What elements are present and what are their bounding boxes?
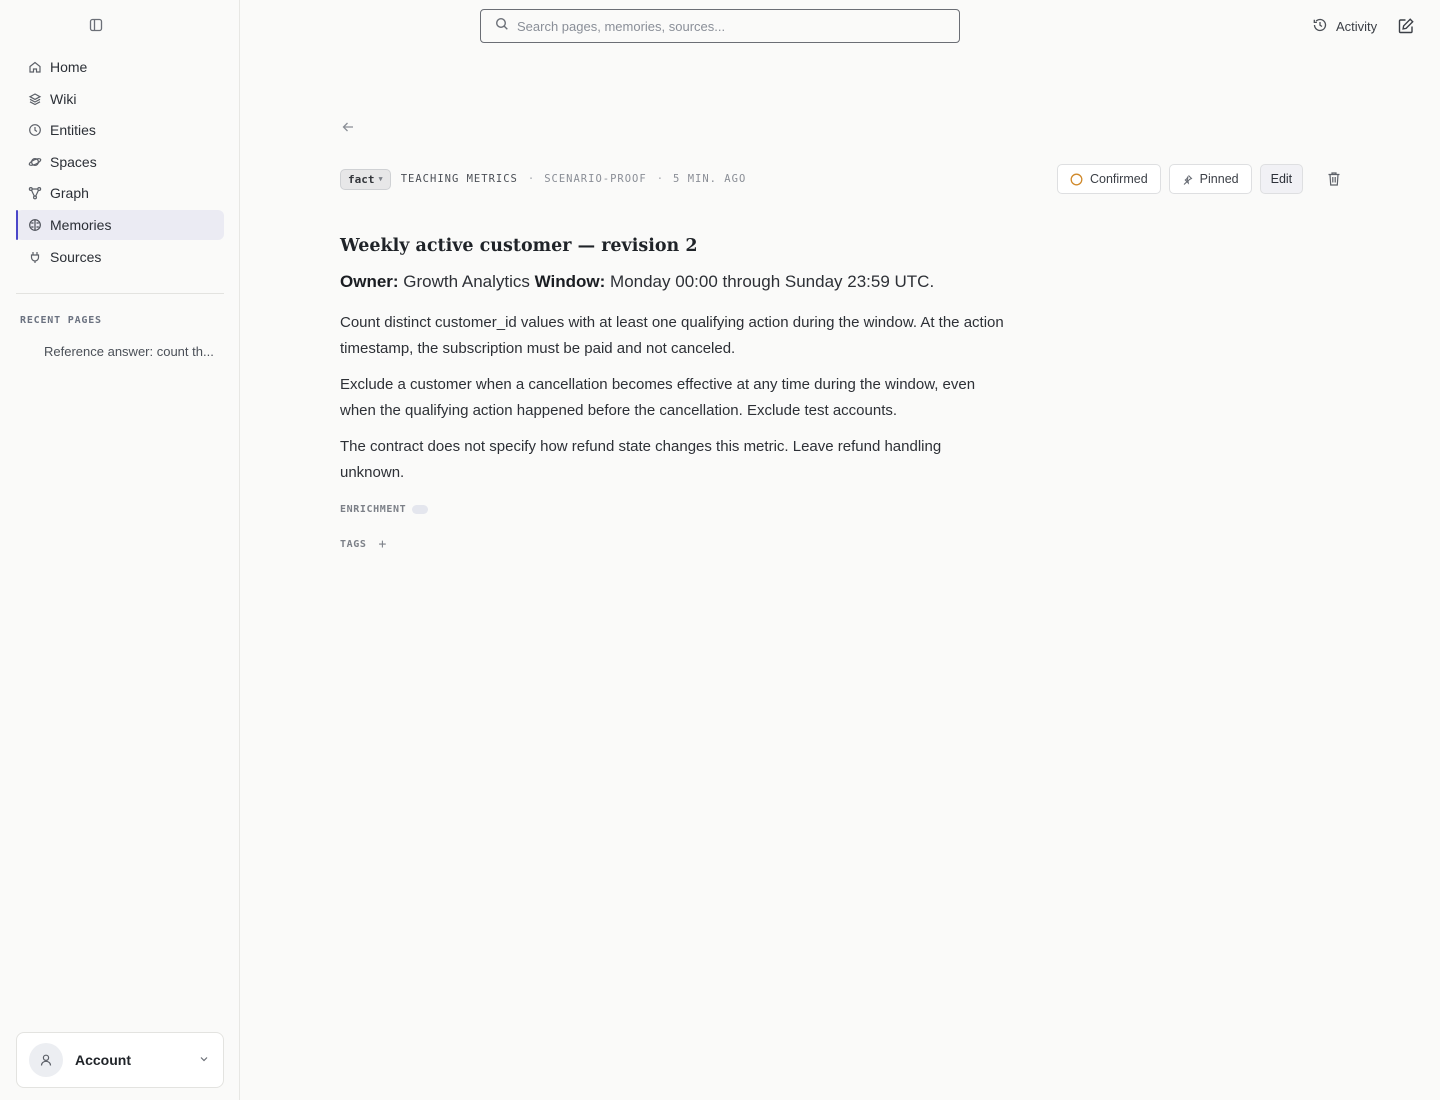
brain-icon: [28, 218, 42, 232]
sidebar-item-sources[interactable]: Sources: [16, 242, 224, 272]
search-input[interactable]: [517, 18, 937, 34]
app-root: Home Wiki Entities Spaces Graph Memories…: [0, 0, 1440, 1100]
caret-down-icon: ▼: [378, 175, 383, 183]
sidebar-divider: [16, 293, 224, 294]
user-icon: [40, 1054, 52, 1066]
pin-icon: [1182, 174, 1193, 185]
pinned-label: Pinned: [1199, 172, 1239, 186]
activity-button[interactable]: Activity: [1312, 17, 1377, 35]
window-label: Window:: [534, 272, 606, 291]
sidebar: Home Wiki Entities Spaces Graph Memories…: [0, 0, 240, 1100]
sidebar-nav: Home Wiki Entities Spaces Graph Memories…: [16, 52, 224, 273]
window-value: Monday 00:00 through Sunday 23:59 UTC.: [610, 272, 935, 291]
owner-window-line: Owner: Growth Analytics Window: Monday 0…: [340, 272, 934, 292]
memory-scenario: SCENARIO-PROOF: [544, 173, 647, 185]
sidebar-item-label: Sources: [50, 248, 102, 265]
sidebar-item-spaces[interactable]: Spaces: [16, 147, 224, 177]
search-icon: [495, 17, 509, 36]
tags-row: TAGS +: [340, 537, 387, 552]
home-icon: [28, 60, 42, 74]
sidebar-item-label: Home: [50, 59, 88, 75]
sidebar-item-memories[interactable]: Memories: [16, 209, 224, 240]
memory-timestamp: 5 MIN. AGO: [673, 173, 747, 185]
plug-icon: [28, 250, 42, 264]
memory-type-label: fact: [348, 172, 375, 186]
sidebar-item-home[interactable]: Home: [16, 52, 224, 82]
sidebar-item-label: Memories: [50, 216, 112, 233]
sidebar-item-label: Graph: [50, 185, 89, 202]
owner-value: Growth Analytics: [403, 272, 530, 291]
recent-pages-heading: RECENT PAGES: [20, 315, 102, 326]
edit-button[interactable]: Edit: [1259, 164, 1304, 194]
account-menu[interactable]: Account: [16, 1032, 224, 1088]
memory-actions: Confirmed Pinned Edit: [1057, 164, 1341, 194]
trash-icon[interactable]: [1327, 171, 1341, 187]
memory-space[interactable]: TEACHING METRICS: [401, 173, 518, 185]
memory-meta-row: fact ▼ TEACHING METRICS · SCENARIO-PROOF…: [340, 168, 746, 190]
memory-paragraph: The contract does not specify how refund…: [340, 438, 942, 481]
sidebar-item-label: Spaces: [50, 153, 97, 170]
memory-paragraph: Exclude a customer when a cancellation b…: [340, 376, 976, 419]
sidebar-item-graph[interactable]: Graph: [16, 178, 224, 208]
confirmed-status-button[interactable]: Confirmed: [1057, 164, 1161, 194]
account-label: Account: [75, 1052, 131, 1068]
graph-icon: [28, 186, 42, 200]
sidebar-toggle-icon[interactable]: [88, 17, 104, 33]
tags-label: TAGS: [340, 539, 367, 550]
back-arrow-icon[interactable]: [341, 120, 355, 134]
history-icon: [1312, 17, 1328, 36]
search-bar[interactable]: [480, 9, 960, 43]
owner-label: Owner:: [340, 272, 399, 291]
enrichment-label: ENRICHMENT: [340, 504, 407, 515]
meta-separator: ·: [527, 173, 535, 185]
status-circle-icon: [1070, 173, 1083, 186]
chevron-down-icon: [199, 1051, 209, 1069]
sidebar-item-label: Wiki: [50, 90, 77, 107]
sidebar-item-wiki[interactable]: Wiki: [16, 84, 224, 114]
memory-title: Weekly active customer — revision 2: [340, 236, 698, 256]
memory-paragraph: Count distinct customer_id values with a…: [340, 314, 1004, 357]
enrichment-row: ENRICHMENT: [340, 504, 429, 515]
clock-icon: [28, 123, 42, 137]
add-tag-button[interactable]: +: [378, 537, 386, 552]
meta-separator: ·: [656, 173, 664, 185]
sidebar-item-entities[interactable]: Entities: [16, 115, 224, 145]
new-page-icon[interactable]: [1397, 17, 1415, 35]
avatar: [29, 1043, 63, 1077]
pin-button[interactable]: Pinned: [1168, 164, 1252, 194]
activity-label: Activity: [1336, 18, 1378, 34]
sidebar-item-label: Entities: [50, 122, 96, 139]
memory-type-select[interactable]: fact ▼: [340, 168, 391, 190]
layers-icon: [28, 92, 42, 106]
confirmed-label: Confirmed: [1090, 172, 1148, 186]
recent-page-item[interactable]: Reference answer: count th...: [44, 344, 218, 359]
enrichment-status-badge: [412, 505, 429, 514]
planet-icon: [28, 155, 42, 169]
